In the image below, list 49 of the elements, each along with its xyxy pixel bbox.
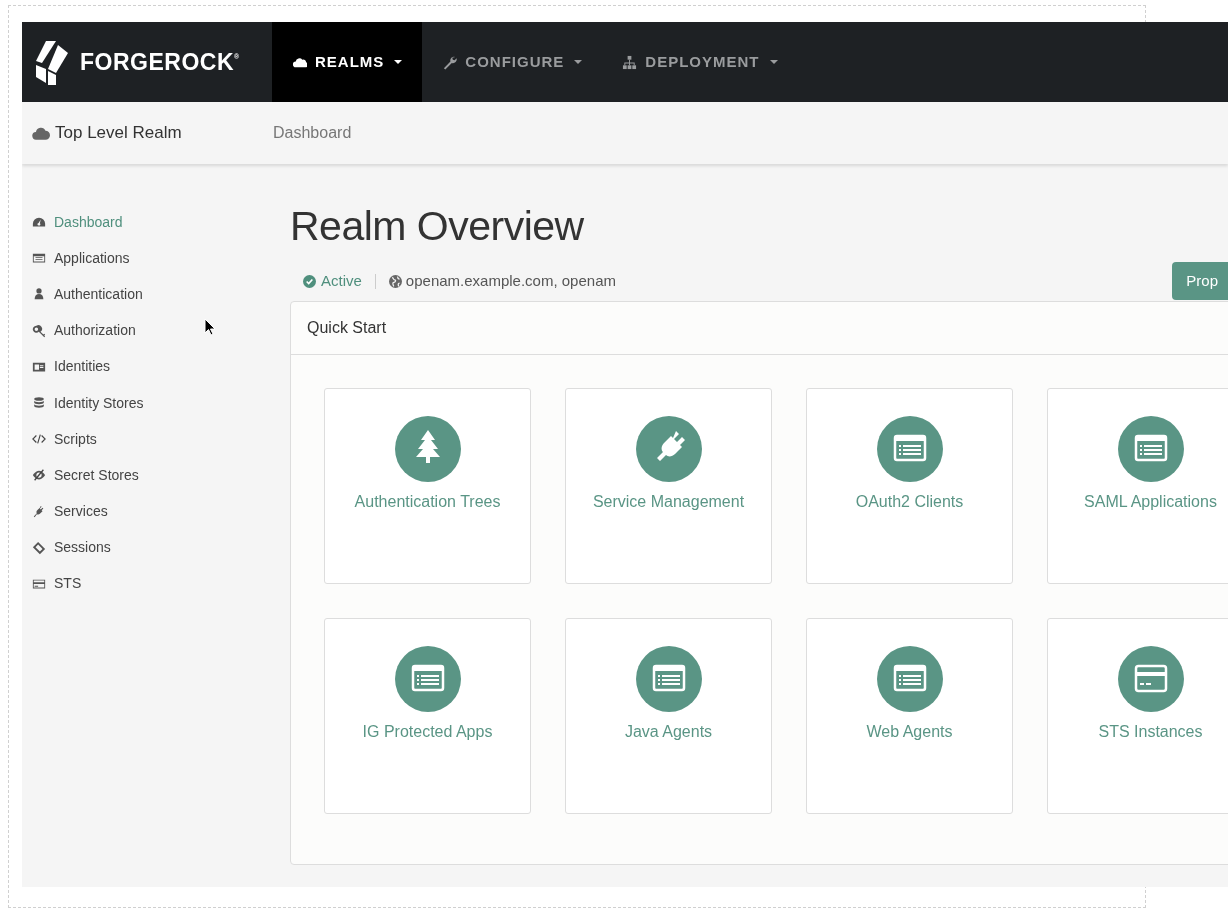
- window-icon: [1117, 416, 1184, 483]
- realm-name: Top Level Realm: [55, 122, 182, 145]
- window-icon: [635, 646, 702, 713]
- key-icon: [32, 323, 46, 338]
- breadcrumb[interactable]: Dashboard: [273, 121, 352, 145]
- sidebar-item[interactable]: Services: [32, 493, 290, 530]
- tree-icon: [394, 416, 461, 483]
- cloud-icon: [32, 126, 50, 140]
- panel-title: Quick Start: [307, 318, 387, 339]
- sidebar-item[interactable]: Sessions: [32, 529, 290, 566]
- window-icon: [876, 646, 943, 713]
- sidebar-item[interactable]: Scripts: [32, 421, 290, 458]
- check-circle-icon: [303, 274, 316, 288]
- realm-hosts: openam.example.com, openam: [405, 270, 616, 291]
- user-icon: [32, 287, 46, 302]
- sidebar-item[interactable]: Authorization: [32, 312, 290, 349]
- sidebar-item[interactable]: Dashboard: [32, 204, 290, 241]
- page-title: Realm Overview: [290, 204, 585, 250]
- nav-tab[interactable]: CONFIGURE: [422, 22, 603, 102]
- database-icon: [32, 396, 46, 411]
- quick-start-tile[interactable]: Java Agents: [565, 618, 772, 815]
- window-icon: [876, 416, 943, 483]
- credit-card-icon: [1117, 646, 1184, 713]
- nav-tab[interactable]: DEPLOYMENT: [602, 22, 798, 102]
- quick-start-tile[interactable]: STS Instances: [1047, 618, 1228, 815]
- plug-icon: [635, 416, 702, 483]
- quick-start-tile[interactable]: OAuth2 Clients: [806, 388, 1013, 585]
- sidebar-item[interactable]: Secret Stores: [32, 457, 290, 494]
- globe-icon: [388, 274, 402, 288]
- eye-slash-icon: [32, 468, 46, 483]
- wrench-icon: [442, 54, 458, 70]
- sidebar-item[interactable]: Identities: [32, 348, 290, 385]
- quick-start-tile[interactable]: Authentication Trees: [324, 388, 531, 585]
- nav-tab[interactable]: REALMS: [272, 22, 423, 102]
- sidebar-item[interactable]: STS: [32, 565, 290, 603]
- brand-name: FORGEROCK$^{®}$: [80, 47, 240, 77]
- plug-icon: [32, 504, 46, 519]
- cursor-icon: [204, 318, 216, 336]
- quick-start-tile[interactable]: Service Management: [565, 388, 772, 585]
- quick-start-tile[interactable]: SAML Applications: [1047, 388, 1228, 585]
- quick-start-tile[interactable]: IG Protected Apps: [324, 618, 531, 815]
- properties-button[interactable]: Prop: [1172, 261, 1228, 301]
- sitemap-icon: [622, 54, 638, 70]
- sidebar-item[interactable]: Authentication: [32, 276, 290, 313]
- sidebar-item[interactable]: Identity Stores: [32, 384, 290, 422]
- window-icon: [394, 646, 461, 713]
- status-label: Active: [321, 270, 362, 291]
- sidebar-item[interactable]: Applications: [32, 240, 290, 277]
- quick-start-tile[interactable]: Web Agents: [806, 618, 1013, 815]
